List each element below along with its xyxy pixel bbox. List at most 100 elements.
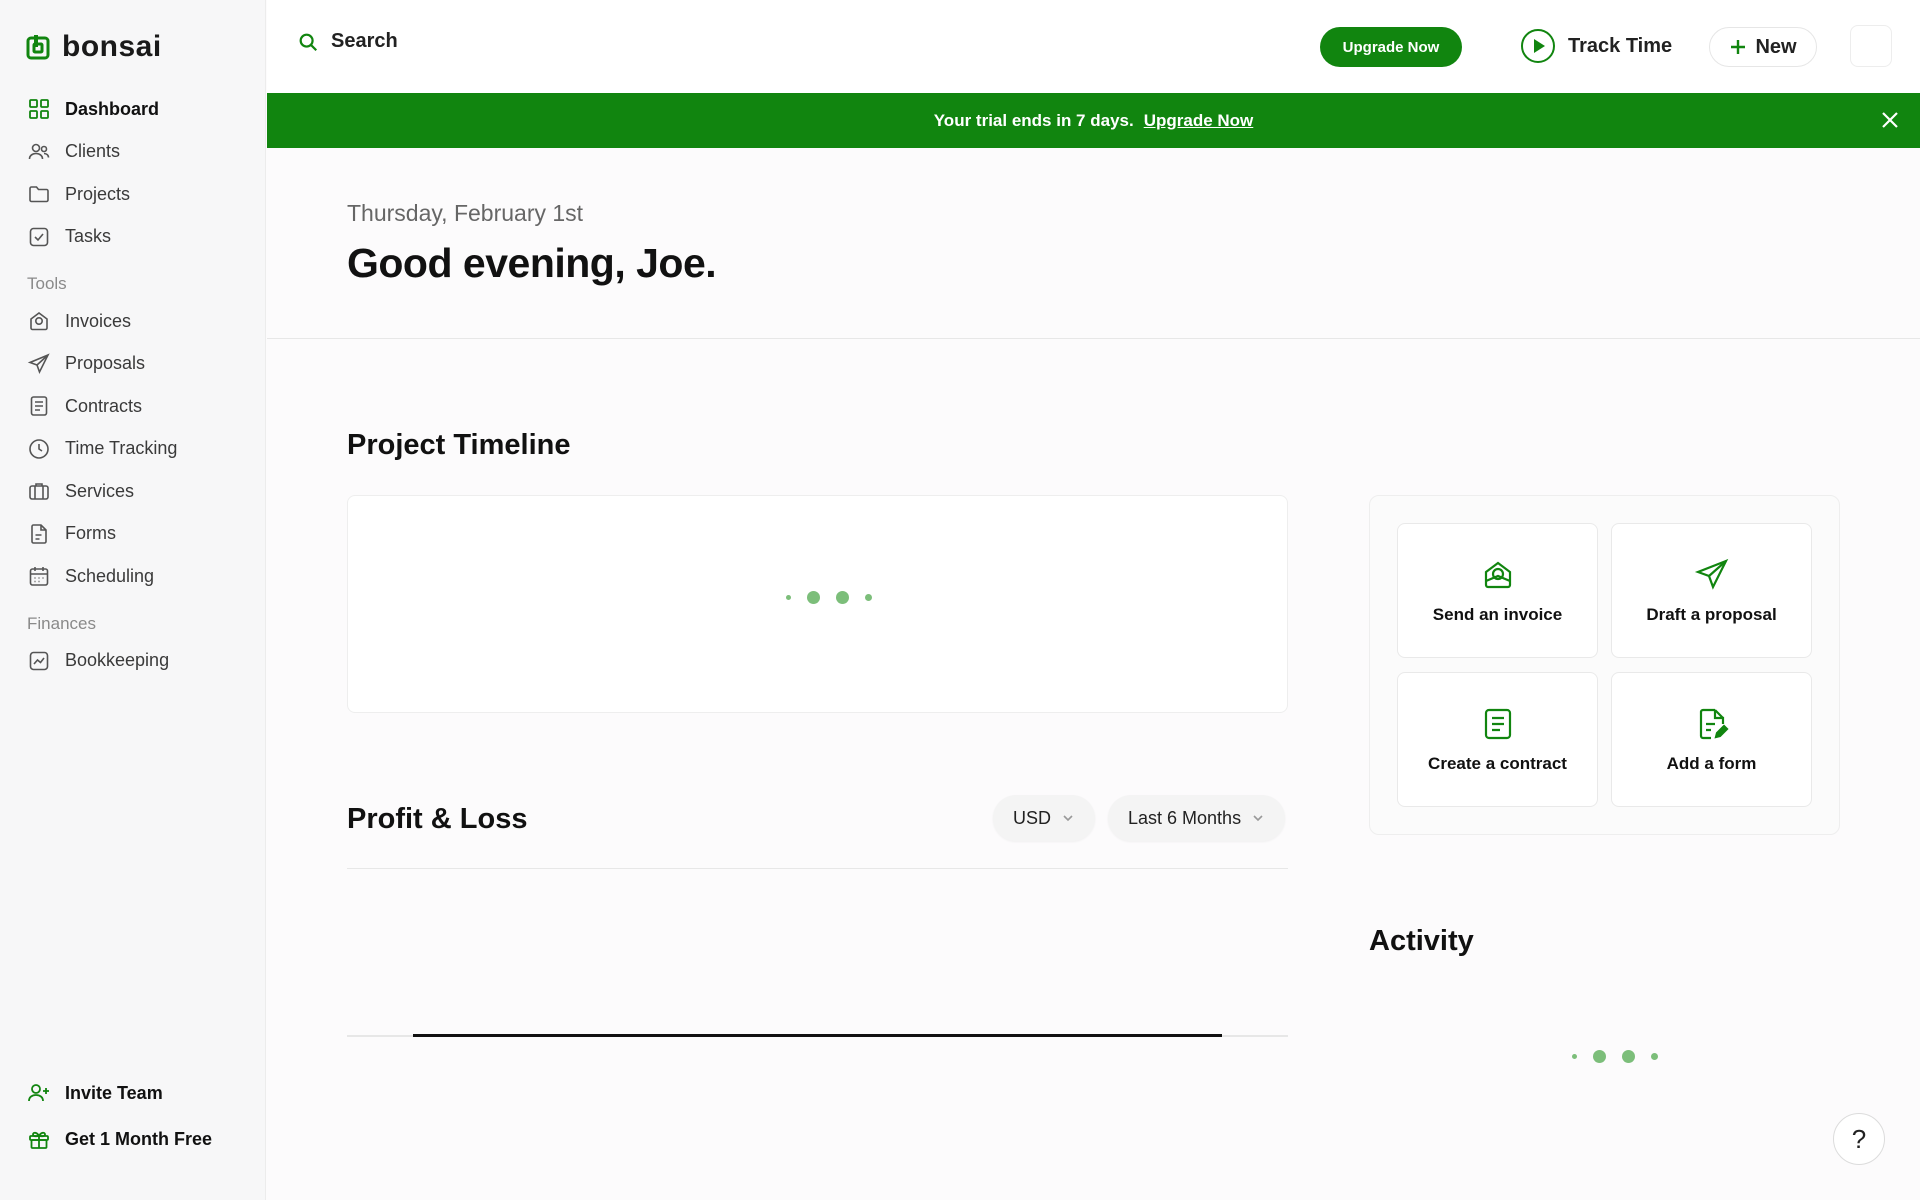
paper-plane-icon	[1694, 558, 1728, 590]
activity-loading-indicator	[1572, 1050, 1658, 1063]
loading-dot	[1572, 1054, 1577, 1059]
track-time-label: Track Time	[1568, 34, 1673, 57]
sidebar-item-clients[interactable]: Clients	[0, 131, 266, 174]
activity-title: Activity	[1369, 925, 1474, 957]
action-label: Send an invoice	[1432, 604, 1563, 624]
get-free-month-label: Get 1 Month Free	[65, 1128, 213, 1149]
divider	[347, 868, 1288, 869]
sidebar-item-proposals[interactable]: Proposals	[0, 343, 266, 386]
chevron-down-icon	[1063, 815, 1073, 822]
search-label: Search	[331, 30, 398, 52]
sidebar-item-label: Bookkeeping	[65, 650, 170, 671]
loading-dot	[807, 591, 820, 604]
get-free-month-button[interactable]: Get 1 Month Free	[0, 1116, 266, 1162]
sidebar: bonsai Dashboard Clients Projects Tasks …	[0, 0, 266, 1200]
chart-baseline	[413, 1034, 1222, 1037]
chevron-down-icon	[1253, 815, 1263, 822]
sidebar-item-services[interactable]: Services	[0, 470, 266, 513]
project-timeline-title: Project Timeline	[347, 429, 571, 461]
sidebar-item-label: Tasks	[65, 226, 112, 247]
currency-value: USD	[1013, 807, 1052, 828]
sidebar-item-label: Forms	[65, 523, 116, 544]
sidebar-item-label: Scheduling	[65, 565, 155, 586]
bonsai-logo-icon	[26, 35, 50, 60]
sidebar-item-label: Invoices	[65, 310, 132, 331]
loading-dot	[865, 594, 872, 601]
add-user-icon	[28, 1084, 49, 1102]
sidebar-item-scheduling[interactable]: Scheduling	[0, 555, 266, 598]
date-range-select[interactable]: Last 6 Months	[1108, 795, 1286, 841]
loading-dot	[1593, 1050, 1606, 1063]
play-icon	[1521, 29, 1555, 63]
project-timeline-card	[347, 495, 1288, 713]
document-icon	[30, 396, 48, 417]
users-icon	[28, 143, 50, 159]
invite-team-button[interactable]: Invite Team	[0, 1070, 266, 1116]
form-edit-icon	[1699, 708, 1729, 739]
sidebar-item-time-tracking[interactable]: Time Tracking	[0, 428, 266, 471]
clock-icon	[29, 438, 49, 459]
gift-icon	[29, 1131, 49, 1149]
loading-dot	[786, 595, 791, 600]
trial-upgrade-link[interactable]: Upgrade Now	[1144, 111, 1254, 131]
sidebar-item-label: Clients	[65, 141, 121, 162]
draft-proposal-button[interactable]: Draft a proposal	[1611, 523, 1812, 658]
currency-select[interactable]: USD	[993, 795, 1096, 841]
add-form-button[interactable]: Add a form	[1611, 672, 1812, 807]
top-bar: Search Upgrade Now Track Time New	[267, 0, 1920, 93]
quick-actions-card: Send an invoice Draft a proposal Create …	[1369, 495, 1840, 835]
upgrade-now-button[interactable]: Upgrade Now	[1320, 27, 1462, 67]
sidebar-item-label: Proposals	[65, 353, 146, 374]
folder-icon	[29, 186, 49, 203]
close-icon[interactable]	[1880, 110, 1900, 130]
greeting-section: Thursday, February 1st Good evening, Joe…	[267, 148, 1920, 339]
create-contract-button[interactable]: Create a contract	[1397, 672, 1598, 807]
sidebar-item-label: Services	[65, 480, 135, 501]
sidebar-item-forms[interactable]: Forms	[0, 513, 266, 556]
logo[interactable]: bonsai	[26, 30, 162, 64]
dashboard-grid-icon	[29, 99, 49, 120]
new-button[interactable]: New	[1709, 27, 1817, 67]
sidebar-item-label: Contracts	[65, 395, 143, 416]
track-time-button[interactable]: Track Time	[1520, 27, 1672, 65]
form-icon	[31, 523, 47, 544]
finances-heading: Finances	[27, 613, 96, 633]
date-range-value: Last 6 Months	[1128, 807, 1242, 828]
sidebar-item-bookkeeping[interactable]: Bookkeeping	[0, 640, 266, 683]
tools-heading: Tools	[27, 274, 67, 293]
logo-text: bonsai	[62, 30, 162, 63]
action-label: Draft a proposal	[1646, 604, 1777, 624]
loading-indicator	[786, 591, 872, 604]
search-bar[interactable]: Search	[297, 30, 398, 53]
sidebar-item-contracts[interactable]: Contracts	[0, 385, 266, 428]
sidebar-nav: Dashboard Clients Projects Tasks Tools I…	[0, 88, 266, 682]
invoice-icon	[1484, 561, 1511, 588]
profit-loss-title: Profit & Loss	[347, 803, 528, 835]
trial-banner: Your trial ends in 7 days. Upgrade Now	[267, 93, 1920, 148]
sidebar-item-tasks[interactable]: Tasks	[0, 216, 266, 259]
trial-banner-text: Your trial ends in 7 days.	[933, 110, 1134, 130]
avatar[interactable]	[1850, 25, 1892, 67]
checkbox-icon	[29, 227, 49, 247]
sidebar-item-invoices[interactable]: Invoices	[0, 300, 266, 343]
loading-dot	[1622, 1050, 1635, 1063]
loading-dot	[1651, 1053, 1658, 1060]
briefcase-icon	[29, 483, 49, 501]
calendar-icon	[29, 567, 49, 587]
sidebar-item-label: Projects	[65, 183, 131, 204]
sidebar-bottom: Invite Team Get 1 Month Free	[0, 1070, 266, 1162]
document-icon	[1484, 708, 1511, 739]
sidebar-item-projects[interactable]: Projects	[0, 173, 266, 216]
send-invoice-button[interactable]: Send an invoice	[1397, 523, 1598, 658]
invoice-icon	[30, 312, 48, 331]
current-date: Thursday, February 1st	[347, 200, 584, 226]
help-button[interactable]: ?	[1833, 1113, 1885, 1165]
plus-icon	[1731, 40, 1746, 54]
chart-icon	[29, 651, 49, 671]
sidebar-item-dashboard[interactable]: Dashboard	[0, 88, 266, 131]
action-label: Create a contract	[1428, 753, 1567, 773]
sidebar-item-label: Time Tracking	[65, 438, 178, 459]
new-label: New	[1755, 35, 1797, 58]
loading-dot	[836, 591, 849, 604]
sidebar-item-label: Dashboard	[65, 98, 160, 119]
